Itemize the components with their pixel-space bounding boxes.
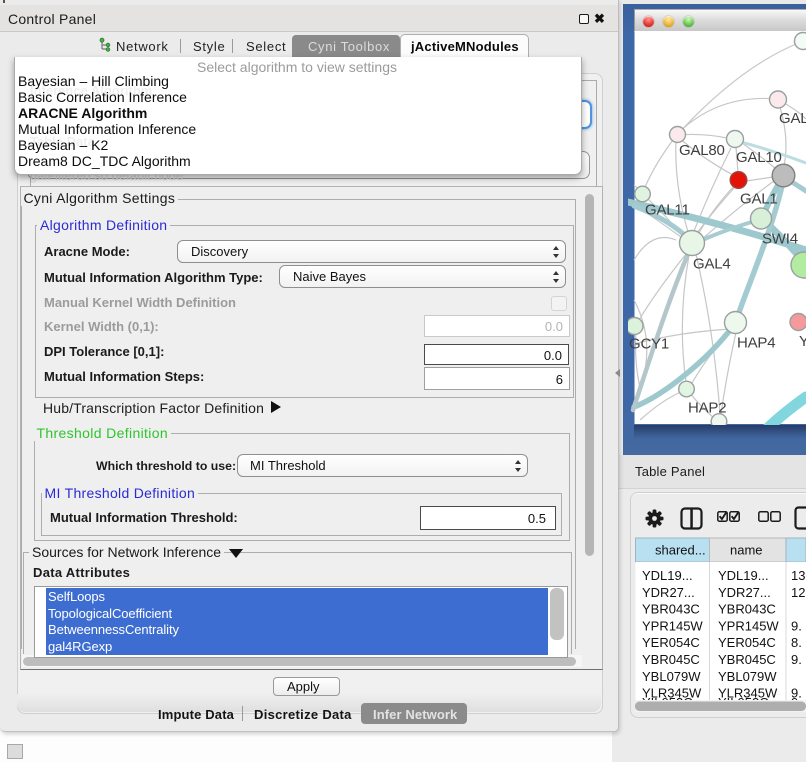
svg-text:YER054C: YER054C: [642, 635, 700, 650]
svg-text:GAL11: GAL11: [645, 202, 690, 219]
svg-text:shared...: shared...: [655, 543, 706, 558]
svg-text:YBR045C: YBR045C: [718, 652, 776, 667]
svg-text:YDR27...: YDR27...: [642, 585, 695, 600]
svg-text:9.: 9.: [791, 618, 802, 633]
svg-text:SWI4: SWI4: [762, 231, 798, 248]
svg-text:GAL: GAL: [779, 110, 806, 127]
svg-text:13.: 13.: [791, 568, 806, 583]
svg-text:name: name: [730, 543, 763, 558]
svg-text:YPR145W: YPR145W: [718, 618, 779, 633]
svg-text:HAP2: HAP2: [688, 400, 726, 417]
svg-text:12.: 12.: [791, 585, 806, 600]
svg-text:8.: 8.: [791, 635, 802, 650]
svg-text:YBR045C: YBR045C: [642, 652, 700, 667]
svg-text:GAL80: GAL80: [679, 142, 725, 159]
svg-text:YDL19...: YDL19...: [718, 568, 769, 583]
svg-text:YBR043C: YBR043C: [642, 602, 700, 617]
svg-text:GCY1: GCY1: [629, 336, 669, 353]
svg-text:YDR27...: YDR27...: [718, 585, 771, 600]
svg-text:YER054C: YER054C: [718, 635, 776, 650]
svg-text:HAP4: HAP4: [737, 335, 775, 352]
svg-text:GAL10: GAL10: [736, 149, 782, 166]
svg-text:YDL19...: YDL19...: [642, 568, 693, 583]
svg-text:9.: 9.: [791, 652, 802, 667]
svg-text:YBR043C: YBR043C: [718, 602, 776, 617]
svg-text:YPR145W: YPR145W: [642, 618, 703, 633]
svg-text:YBL079W: YBL079W: [718, 669, 777, 684]
svg-text:Y: Y: [799, 333, 806, 350]
svg-text:GAL4: GAL4: [693, 256, 731, 273]
svg-text:GAL1: GAL1: [740, 191, 778, 208]
svg-text:YBL079W: YBL079W: [642, 669, 701, 684]
